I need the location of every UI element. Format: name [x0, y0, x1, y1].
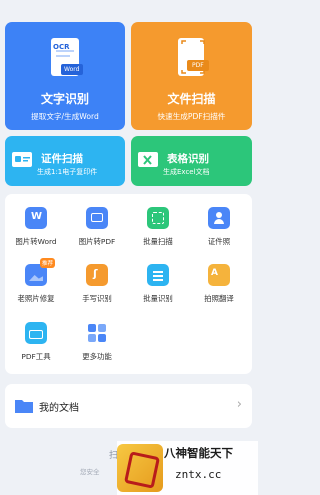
tool-label: 批量识别: [143, 294, 173, 303]
word-doc-icon: W: [25, 207, 47, 229]
tool-old-photo-restore[interactable]: 推荐 老照片修复: [11, 258, 61, 304]
id-scan-card[interactable]: 证件扫描 生成1:1电子复印件: [5, 136, 125, 186]
watermark: 八神智能天下 zntx.cc: [117, 441, 258, 495]
ocr-card-title: 文字识别: [40, 92, 89, 106]
my-documents-row[interactable]: 我的文档 ›: [5, 384, 252, 428]
recommend-badge: 推荐: [39, 258, 55, 268]
tool-label: 图片转Word: [15, 237, 57, 246]
ocr-illus-tag: Word: [64, 66, 80, 73]
id-card-icon: [12, 152, 32, 167]
id-scan-card-subtitle: 生成1:1电子复印件: [37, 168, 98, 176]
batch-recognize-icon: [147, 264, 169, 286]
toolbox-icon: [25, 322, 47, 344]
tool-label: 更多功能: [82, 352, 112, 361]
table-recognize-card-subtitle: 生成Excel文档: [163, 168, 210, 176]
folder-icon: [15, 400, 33, 413]
watermark-url: zntx.cc: [175, 468, 222, 481]
tool-label: 老照片修复: [17, 294, 55, 303]
translate-icon: A: [208, 264, 230, 286]
table-recognize-card[interactable]: 表格识别 生成Excel文档: [131, 136, 252, 186]
tool-handwriting[interactable]: ʃ 手写识别: [72, 264, 122, 304]
tool-photo-translate[interactable]: A 拍照翻译: [194, 264, 244, 304]
tool-more[interactable]: 更多功能: [72, 322, 122, 362]
id-photo-icon: [208, 207, 230, 229]
pdf-illus-tag: PDF: [192, 62, 204, 69]
my-documents-label: 我的文档: [39, 403, 79, 414]
tool-batch-recognize[interactable]: 批量识别: [133, 264, 183, 304]
tool-label: 拍照翻译: [204, 294, 234, 303]
image-pdf-icon: [86, 207, 108, 229]
tool-label: PDF工具: [21, 352, 51, 361]
handwriting-icon: ʃ: [86, 264, 108, 286]
ocr-card-subtitle: 提取文字/生成Word: [31, 112, 99, 121]
tool-label: 图片转PDF: [78, 237, 116, 246]
tool-id-photo[interactable]: 证件照: [194, 207, 244, 247]
file-scan-card-title: 文件扫描: [167, 92, 216, 106]
footer-line2: 您安全: [80, 468, 100, 476]
tools-grid: W 图片转Word 图片转PDF 批量扫描 证件照 推荐 老照片修复 ʃ 手写识…: [5, 194, 252, 374]
ocr-illus-label: OCR: [53, 43, 70, 51]
tool-label: 证件照: [207, 237, 231, 246]
watermark-logo-icon: [117, 444, 163, 492]
chevron-right-icon: ›: [236, 397, 242, 412]
file-scan-card[interactable]: PDF 文件扫描 快速生成PDF扫描件: [131, 22, 252, 130]
tool-image-to-pdf[interactable]: 图片转PDF: [72, 207, 122, 247]
more-grid-icon: [86, 322, 108, 344]
file-scan-card-subtitle: 快速生成PDF扫描件: [157, 112, 226, 121]
tool-image-to-word[interactable]: W 图片转Word: [11, 207, 61, 247]
id-scan-card-title: 证件扫描: [41, 153, 83, 165]
tool-pdf-tools[interactable]: PDF工具: [11, 322, 61, 362]
excel-icon: [138, 152, 158, 167]
watermark-title: 八神智能天下: [164, 446, 233, 460]
table-recognize-card-title: 表格识别: [167, 153, 209, 165]
tool-label: 批量扫描: [143, 237, 173, 246]
tool-label: 手写识别: [82, 294, 112, 303]
ocr-card[interactable]: OCR Word 文字识别 提取文字/生成Word: [5, 22, 125, 130]
batch-scan-icon: [147, 207, 169, 229]
tool-batch-scan[interactable]: 批量扫描: [133, 207, 183, 247]
pdf-scan-icon: [178, 38, 209, 76]
